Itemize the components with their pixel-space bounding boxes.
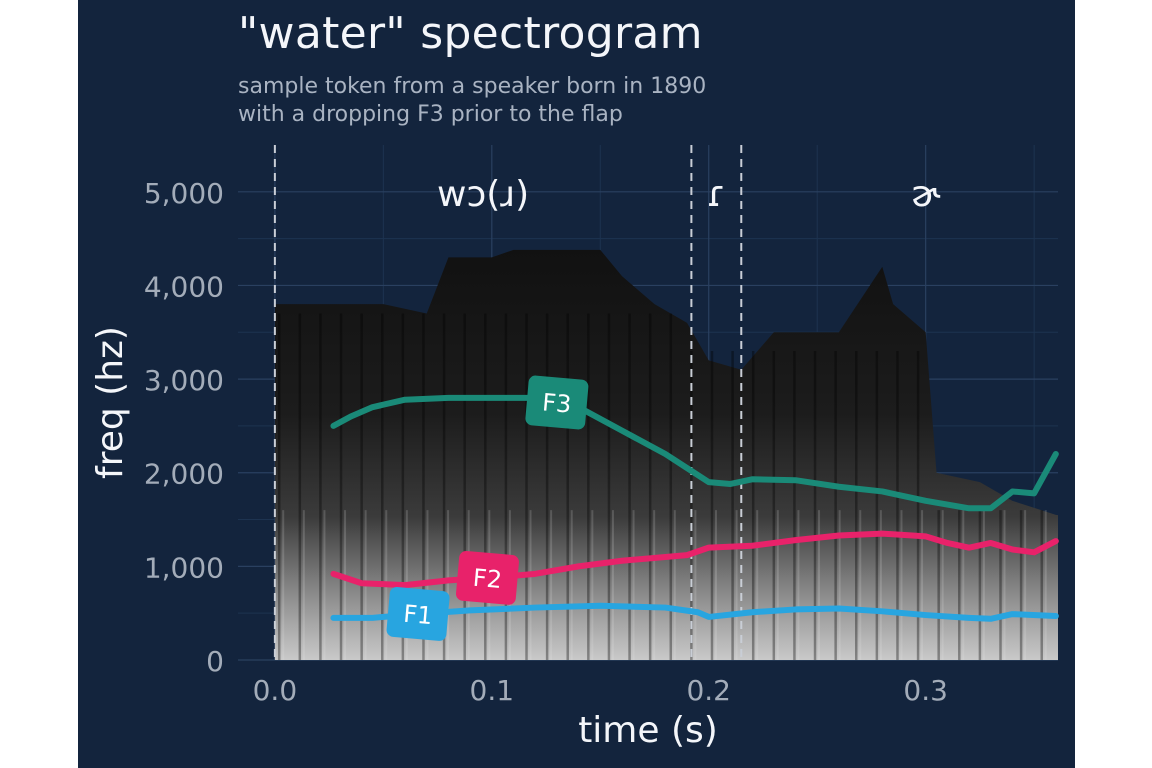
series-label-f2: F2 <box>455 550 519 605</box>
y-tick-label: 2,000 <box>144 458 224 491</box>
series-label-text: F1 <box>402 600 433 630</box>
series-label-text: F2 <box>472 564 503 594</box>
y-tick-label: 5,000 <box>144 177 224 210</box>
spectrogram-chart: wɔ(ɹ) ɾ ɚ F3 F2 F1 0 1,000 2,000 3,000 4,000 5,000 0… <box>90 145 1059 751</box>
series-label-text: F3 <box>541 388 572 418</box>
segment-label-2: ɾ <box>707 174 726 215</box>
x-tick-label: 0.3 <box>903 674 948 707</box>
x-tick-label: 0.2 <box>686 674 731 707</box>
y-tick-label: 3,000 <box>144 364 224 397</box>
y-tick-label: 0 <box>206 645 224 678</box>
x-tick-label: 0.0 <box>253 674 298 707</box>
x-axis-title: time (s) <box>578 710 718 751</box>
series-label-f3: F3 <box>525 375 589 430</box>
series-label-f1: F1 <box>386 587 450 641</box>
segment-label-3: ɚ <box>911 174 941 215</box>
x-tick-label: 0.1 <box>470 674 515 707</box>
y-tick-label: 4,000 <box>144 270 224 303</box>
y-tick-label: 1,000 <box>144 551 224 584</box>
y-axis-title: freq (hz) <box>90 326 131 479</box>
chart-panel: "water" spectrogram sample token from a … <box>78 0 1075 768</box>
segment-label-1: wɔ(ɹ) <box>437 174 529 215</box>
